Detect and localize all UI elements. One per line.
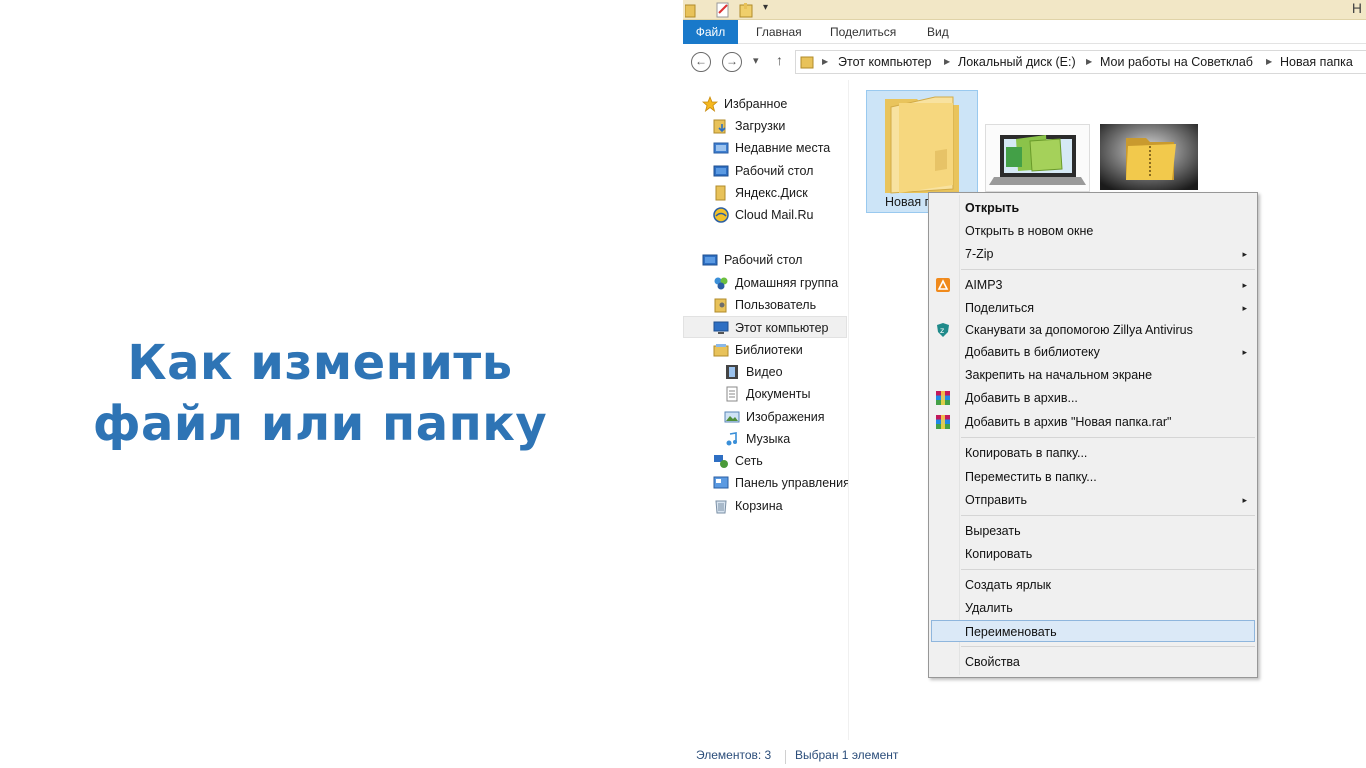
nav-this-pc[interactable]: Этот компьютер (683, 316, 847, 338)
status-item-count: Элементов: 3 (696, 748, 772, 762)
breadcrumb-chevron-icon[interactable]: ▶ (822, 57, 828, 66)
user-folder-icon (714, 298, 727, 313)
breadcrumb-chevron-icon[interactable]: ▶ (1086, 57, 1092, 66)
forward-button[interactable]: → (722, 52, 742, 72)
menu-item-pin-to-start[interactable]: Закрепить на начальном экране (931, 364, 1255, 386)
menu-item-aimp[interactable]: AIMP3 ▸ (931, 274, 1255, 296)
recycle-bin-icon (715, 500, 727, 514)
breadcrumb-this-pc[interactable]: Этот компьютер (838, 55, 931, 69)
menu-item-copy[interactable]: Копировать (931, 543, 1255, 565)
address-bar[interactable]: ▶ Этот компьютер ▶ Локальный диск (E:) ▶… (795, 50, 1366, 74)
status-bar: Элементов: 3 Выбран 1 элемент (683, 744, 1366, 768)
control-panel-icon (713, 476, 729, 489)
quick-access-toolbar: ▾ Н (683, 0, 1366, 20)
image-thumbnail-1[interactable] (985, 124, 1090, 192)
menu-item-add-to-archive[interactable]: Добавить в архив... (931, 387, 1255, 409)
menu-item-cut[interactable]: Вырезать (931, 520, 1255, 542)
submenu-arrow-icon: ▸ (1242, 280, 1247, 290)
zip-folder-thumbnail-icon (1100, 124, 1198, 190)
menu-item-add-to-archive-rar[interactable]: Добавить в архив "Новая папка.rar" (931, 411, 1255, 433)
menu-separator (961, 569, 1255, 570)
breadcrumb-new-folder[interactable]: Новая папка (1280, 55, 1353, 69)
submenu-arrow-icon: ▸ (1242, 249, 1247, 259)
navigation-bar: ← → ▾ ↑ ▶ Этот компьютер ▶ Локальный дис… (683, 44, 1366, 80)
menu-item-scan-zillya[interactable]: z Сканувати за допомогою Zillya Antiviru… (931, 319, 1255, 341)
folder-item-label: Новая п (885, 195, 932, 209)
breadcrumb-my-works[interactable]: Мои работы на Советклаб (1100, 55, 1253, 69)
submenu-arrow-icon: ▸ (1242, 347, 1247, 357)
submenu-arrow-icon: ▸ (1242, 303, 1247, 313)
documents-icon (726, 386, 738, 402)
menu-item-7zip[interactable]: 7-Zip ▸ (931, 243, 1255, 265)
menu-separator (961, 437, 1255, 438)
menu-item-properties[interactable]: Свойства (931, 651, 1255, 673)
ribbon-tabs: Файл Главная Поделиться Вид (683, 20, 1366, 44)
tab-home[interactable]: Главная (756, 20, 802, 44)
homegroup-icon (714, 277, 728, 290)
properties-icon[interactable] (715, 2, 731, 18)
customize-qat-icon[interactable]: ▾ (763, 2, 768, 13)
desktop-icon (713, 165, 729, 177)
menu-separator (961, 646, 1255, 647)
large-folder-icon (885, 96, 959, 194)
menu-item-copy-to-folder[interactable]: Копировать в папку... (931, 442, 1255, 464)
breadcrumb-chevron-icon[interactable]: ▶ (944, 57, 950, 66)
menu-item-open[interactable]: Открыть (931, 197, 1255, 219)
submenu-arrow-icon: ▸ (1242, 495, 1247, 505)
menu-item-open-new-window[interactable]: Открыть в новом окне (931, 220, 1255, 242)
aimp-icon (936, 278, 950, 292)
back-button[interactable]: ← (691, 52, 711, 72)
menu-item-create-shortcut[interactable]: Создать ярлык (931, 574, 1255, 596)
tab-share[interactable]: Поделиться (830, 20, 896, 44)
menu-item-send-to[interactable]: Отправить ▸ (931, 489, 1255, 511)
downloads-folder-icon (713, 119, 726, 134)
folder-icon (800, 56, 814, 69)
status-divider (785, 750, 786, 764)
winrar-icon (936, 415, 950, 429)
menu-item-move-to-folder[interactable]: Переместить в папку... (931, 466, 1255, 488)
tab-file[interactable]: Файл (683, 20, 738, 44)
menu-separator (961, 515, 1255, 516)
new-folder-icon[interactable] (739, 2, 755, 18)
slide-title-line-2: файл или папку (92, 396, 548, 452)
yandex-disk-folder-icon (715, 185, 726, 201)
navigation-pane: Избранное Загрузки Недавние места Рабочи… (683, 80, 849, 740)
cloud-mail-icon (713, 207, 729, 223)
window-title-fragment: Н (1351, 0, 1362, 16)
desktop-icon (702, 254, 718, 266)
up-arrow-icon[interactable]: ↑ (776, 52, 783, 68)
menu-item-delete[interactable]: Удалить (931, 597, 1255, 619)
music-icon (726, 432, 737, 446)
context-menu: Открыть Открыть в новом окне 7-Zip ▸ AIM… (928, 192, 1258, 678)
laptop-folders-thumbnail-icon (986, 125, 1089, 191)
image-thumbnail-2[interactable] (1100, 124, 1198, 190)
menu-separator (961, 269, 1255, 270)
slide-title-line-1: Как изменить (127, 335, 513, 391)
tab-view[interactable]: Вид (927, 20, 949, 44)
breadcrumb-local-disk[interactable]: Локальный диск (E:) (958, 55, 1076, 69)
recent-places-icon (713, 142, 729, 154)
star-icon (702, 96, 718, 112)
menu-item-add-to-library[interactable]: Добавить в библиотеку ▸ (931, 341, 1255, 363)
winrar-icon (936, 391, 950, 405)
menu-item-rename[interactable]: Переименовать (931, 620, 1255, 642)
slide-title: Как изменить файл или папку (60, 333, 580, 455)
video-icon (726, 365, 738, 379)
recent-locations-icon[interactable]: ▾ (753, 54, 759, 67)
zillya-shield-icon: z (937, 323, 949, 337)
network-icon (714, 455, 728, 468)
breadcrumb-chevron-icon[interactable]: ▶ (1266, 57, 1272, 66)
libraries-icon (713, 344, 729, 357)
status-selection: Выбран 1 элемент (795, 748, 899, 762)
images-icon (724, 411, 740, 423)
folder-icon[interactable] (685, 2, 697, 18)
computer-icon (713, 321, 729, 334)
menu-item-share[interactable]: Поделиться ▸ (931, 297, 1255, 319)
svg-text:z: z (940, 326, 944, 335)
